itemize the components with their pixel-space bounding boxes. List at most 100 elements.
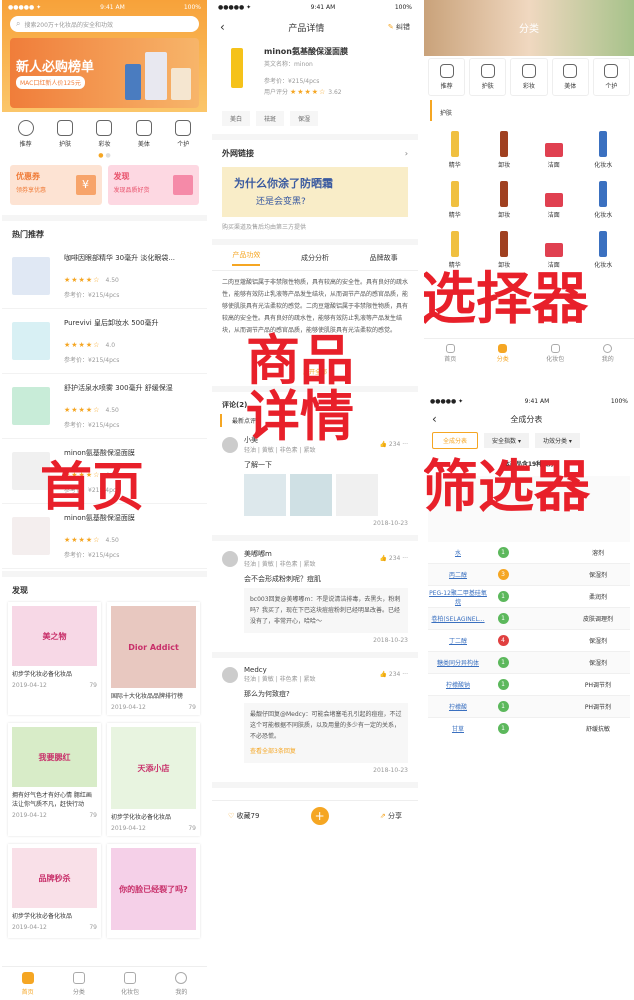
tab-me[interactable]: 我的 bbox=[582, 339, 634, 364]
link-header[interactable]: 外网链接 › bbox=[212, 140, 418, 167]
product-item[interactable]: 舒护活泉水喷雾 300毫升 舒缓保湿 ★★★★☆ 4.50 参考价：¥215/4pc… bbox=[2, 374, 207, 439]
cat-chip[interactable]: 美体 bbox=[551, 58, 589, 96]
category-item[interactable]: 卸妆 bbox=[482, 227, 526, 269]
discover-card[interactable]: 我要腮红 拥有好气色才有好心情 腮红画法让你气质不凡，赶快行动 2019-04-12… bbox=[8, 723, 101, 836]
category-item[interactable]: 洁面 bbox=[532, 227, 576, 269]
ingredient-row[interactable]: 丁二醇 4 保湿剂 bbox=[428, 630, 630, 652]
product-item[interactable]: minon氨基酸保湿面膜 ★★★★☆ 4.50 参考价：¥215/4pcs bbox=[2, 439, 207, 504]
tab-me[interactable]: 我的 bbox=[156, 967, 207, 1000]
discover-card[interactable]: 天添小店 初步学化妆必备化妆品 2019-04-12 79 bbox=[107, 723, 200, 836]
like-button[interactable]: 👍 234 ··· bbox=[380, 441, 409, 448]
category-item[interactable]: 洁面 bbox=[532, 177, 576, 219]
comment-user: 小美 bbox=[244, 436, 258, 444]
ingredient-name[interactable]: 丁二醇 bbox=[428, 636, 488, 645]
correct-button[interactable]: ✎ 纠错 bbox=[388, 22, 410, 32]
category-item[interactable]: 精华 bbox=[433, 227, 477, 269]
category-item[interactable]: 精华 bbox=[433, 177, 477, 219]
tab-label: 首页 bbox=[444, 356, 457, 363]
avatar[interactable] bbox=[222, 436, 238, 453]
comment-photo[interactable] bbox=[336, 474, 378, 516]
category-item[interactable]: 化妆水 bbox=[581, 227, 625, 269]
tab-category[interactable]: 分类 bbox=[477, 339, 530, 364]
ingredient-name[interactable]: 柠檬酸 bbox=[428, 702, 488, 711]
cat-chip[interactable]: 护肤 bbox=[469, 58, 507, 96]
ingredient-name[interactable]: 甘草 bbox=[428, 724, 488, 733]
comment-photo[interactable] bbox=[290, 474, 332, 516]
tab-ingredients[interactable]: 成分分析 bbox=[301, 253, 329, 263]
category-chips: 推荐 护肤 彩妆 美体 个护 bbox=[424, 58, 634, 96]
category-item[interactable]: 洁面 bbox=[532, 127, 576, 169]
product-item[interactable]: Purevivi 皇后卸妆水 500毫升 ★★★★☆ 4.0 参考价：¥215/4p… bbox=[2, 309, 207, 374]
tag[interactable]: 祛斑 bbox=[256, 111, 285, 126]
cat-chip[interactable]: 彩妆 bbox=[510, 58, 548, 96]
tab-effect[interactable]: 产品功效 bbox=[232, 250, 261, 266]
shopping-bag-icon bbox=[173, 175, 193, 195]
tag[interactable]: 美白 bbox=[222, 111, 251, 126]
tab-brand[interactable]: 品牌故事 bbox=[370, 253, 398, 263]
ingredient-row[interactable]: 水 1 溶剂 bbox=[428, 542, 630, 564]
cat-recommend[interactable]: 推荐 bbox=[17, 120, 34, 148]
item-label: 洁面 bbox=[547, 162, 560, 169]
discover-card[interactable]: 美之物 初步学化妆必备化妆品 2019-04-12 79 bbox=[8, 602, 101, 715]
favorite-button[interactable]: ♡ 收藏79 bbox=[228, 811, 259, 821]
cat-chip[interactable]: 个护 bbox=[592, 58, 631, 96]
cat-skincare[interactable]: 护肤 bbox=[57, 120, 74, 148]
discover-card[interactable]: 你的脸已经裂了吗? bbox=[107, 844, 200, 938]
btn-all-ingredients[interactable]: 全成分表 bbox=[432, 432, 479, 449]
category-item[interactable]: 化妆水 bbox=[581, 177, 625, 219]
category-item[interactable]: 卸妆 bbox=[482, 127, 526, 169]
caret-down-icon: ▾ bbox=[517, 438, 521, 445]
ingredient-name[interactable]: 水 bbox=[428, 548, 488, 557]
tab-bag[interactable]: 化妆包 bbox=[529, 339, 582, 364]
ingredient-name[interactable]: 卷柏(SELAGINEL... bbox=[428, 614, 488, 623]
discover-card[interactable]: 品牌秒杀 初步学化妆必备化妆品 2019-04-12 79 bbox=[8, 844, 101, 938]
category-item[interactable]: 卸妆 bbox=[482, 177, 526, 219]
discover-card[interactable]: Dior Addict 国际十大化妆品品牌排行榜 2019-04-12 79 bbox=[107, 602, 200, 715]
ingredient-row[interactable]: 柠檬酸 1 PH调节剂 bbox=[428, 696, 630, 718]
back-icon[interactable]: ‹ bbox=[432, 412, 437, 426]
carrier: ●●●●● ✦ bbox=[8, 3, 42, 11]
cat-body[interactable]: 美体 bbox=[135, 120, 152, 148]
cat-personal[interactable]: 个护 bbox=[175, 120, 192, 148]
comment-photo[interactable] bbox=[244, 474, 286, 516]
expand-button[interactable]: 展开全部 bbox=[212, 367, 418, 386]
product-price: 参考价：¥215/4pcs bbox=[64, 292, 120, 299]
ingredient-name[interactable]: 柠檬酸钠 bbox=[428, 680, 488, 689]
ingredient-row[interactable]: 糖类同分异构体 1 保湿剂 bbox=[428, 652, 630, 674]
ingredient-name[interactable]: PEG-12聚二甲基硅氧烷 bbox=[428, 588, 488, 606]
ingredient-row[interactable]: 丙二醇 3 保湿剂 bbox=[428, 564, 630, 586]
like-button[interactable]: 👍 234 ··· bbox=[380, 555, 409, 562]
ingredient-row[interactable]: 卷柏(SELAGINEL... 1 皮肤调理剂 bbox=[428, 608, 630, 630]
cat-makeup[interactable]: 彩妆 bbox=[96, 120, 113, 148]
tab-home[interactable]: 首页 bbox=[424, 339, 477, 364]
ingredient-name[interactable]: 糖类同分异构体 bbox=[428, 658, 488, 667]
avatar[interactable] bbox=[222, 550, 238, 567]
cat-chip[interactable]: 推荐 bbox=[428, 58, 466, 96]
discover-card[interactable]: 发现 发现品质好货 bbox=[107, 165, 199, 205]
share-button[interactable]: ⇗ 分享 bbox=[380, 811, 402, 821]
like-button[interactable]: 👍 234 ··· bbox=[380, 671, 409, 678]
btn-safety[interactable]: 安全指数 ▾ bbox=[484, 433, 529, 448]
product-item[interactable]: minon氨基酸保湿面膜 ★★★★☆ 4.50 参考价：¥215/4pcs bbox=[2, 504, 207, 569]
tag[interactable]: 保湿 bbox=[290, 111, 319, 126]
ingredient-row[interactable]: PEG-12聚二甲基硅氧烷 1 柔润剂 bbox=[428, 586, 630, 608]
ingredient-name[interactable]: 丙二醇 bbox=[428, 570, 488, 579]
coupon-card[interactable]: 优惠券 领券享优惠 ¥ bbox=[10, 165, 102, 205]
view-all-replies[interactable]: 查看全部3条回复 bbox=[250, 746, 402, 757]
avatar[interactable] bbox=[222, 666, 238, 683]
category-item[interactable]: 精华 bbox=[433, 127, 477, 169]
btn-function[interactable]: 功效分类 ▾ bbox=[534, 433, 580, 448]
tab-category[interactable]: 分类 bbox=[53, 967, 104, 1000]
category-item[interactable]: 化妆水 bbox=[581, 127, 625, 169]
ingredient-row[interactable]: 甘草 1 舒缓抗敏 bbox=[428, 718, 630, 734]
ingredient-row[interactable]: 柠檬酸钠 1 PH调节剂 bbox=[428, 674, 630, 696]
comment: Medcy 轻油 | 黄敏 | 非色素 | 紧致 👍 234 ··· 那么为何致痘? 最… bbox=[212, 658, 418, 788]
add-button[interactable]: + bbox=[310, 806, 329, 825]
search-input[interactable]: ⌕ 搜索200万+化妆品的安全和功效 bbox=[10, 16, 199, 32]
tab-bag[interactable]: 化妆包 bbox=[105, 967, 156, 1000]
product-item[interactable]: 咖啡因眼部精华 30毫升 淡化眼袋... ★★★★☆ 4.50 参考价：¥215/4… bbox=[2, 244, 207, 309]
banner[interactable]: 新人必购榜单 MAC口红新人价125元 bbox=[10, 38, 199, 108]
back-icon[interactable]: ‹ bbox=[220, 20, 225, 34]
link-banner[interactable]: 为什么你涂了防晒霜 还是会变黑? bbox=[222, 167, 408, 217]
tab-home[interactable]: 首页 bbox=[2, 967, 53, 1000]
